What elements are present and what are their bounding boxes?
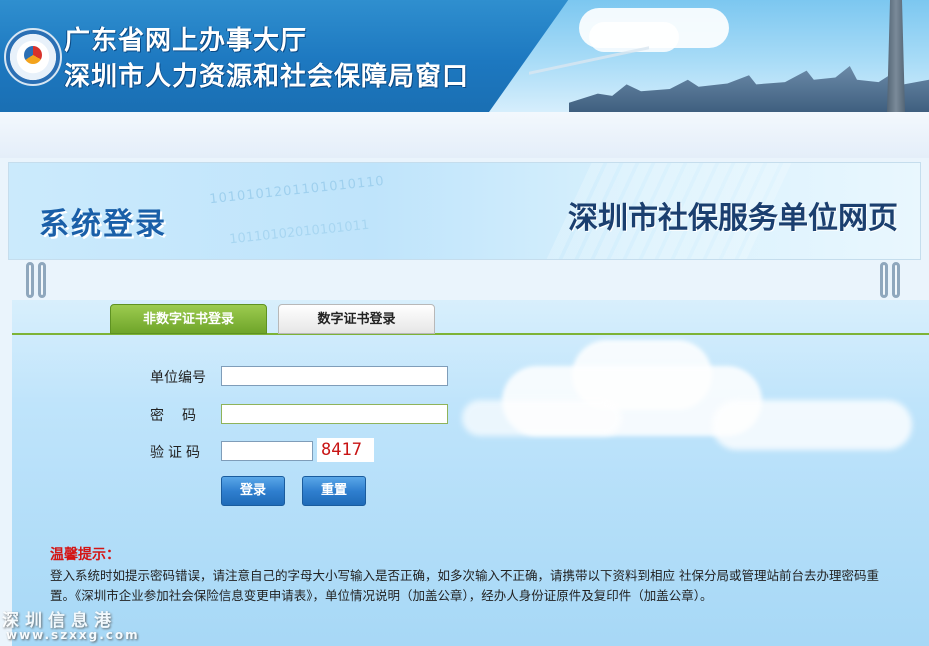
logo-emblem-icon [24,46,42,64]
header-title-line2: 深圳市人力资源和社会保障局窗口 [64,62,470,92]
banner-decor-digits: 10110102010101011 [228,217,371,248]
header-spacer-band [0,112,929,158]
password-label: 密码 [150,408,214,424]
tips-text: 登入系统时如提示密码错误，请注意自己的字母大小写输入是否正确，如多次输入不正确，… [50,568,879,603]
banner-system-login-title: 系统登录 [39,207,167,242]
site-header: 广东省网上办事大厅 深圳市人力资源和社会保障局窗口 [0,0,929,112]
binder-ring-icon [892,262,900,298]
tab-digital-certificate-login[interactable]: 数字证书登录 [278,304,435,334]
unit-code-label: 单位编号 [150,370,206,386]
captcha-image[interactable]: 8417 [317,438,374,462]
password-input[interactable] [221,404,448,424]
captcha-input[interactable] [221,441,313,461]
banner-right-title: 深圳市社保服务单位网页 [568,193,898,237]
watermark-site-url: www.szxxg.com [6,628,140,642]
binder-ring-icon [38,262,46,298]
banner-right-title-main: 深圳市社保服务 [568,201,778,236]
binder-ring-icon [880,262,888,298]
reset-button[interactable]: 重置 [302,476,366,506]
binder-ring-icon [26,262,34,298]
tab-non-digital-certificate-login[interactable]: 非数字证书登录 [110,304,267,334]
background-cloud [462,400,622,436]
header-title-line1: 广东省网上办事大厅 [64,26,308,56]
background-cloud [712,400,912,450]
captcha-label: 验证码 [150,445,204,461]
unit-code-input[interactable] [221,366,448,386]
tips-title: 温馨提示： [50,547,120,563]
header-cloud [589,22,679,52]
login-banner: 1010101201101010110 10110102010101011 系统… [8,162,921,260]
login-button[interactable]: 登录 [221,476,285,506]
banner-decor-digits: 1010101201101010110 [208,173,386,208]
site-logo [4,28,62,86]
login-panel: 非数字证书登录 数字证书登录 单位编号 密码 验证码 8417 登录 重置 温馨… [12,300,929,646]
banner-right-title-highlight: 单位网页 [778,201,898,236]
